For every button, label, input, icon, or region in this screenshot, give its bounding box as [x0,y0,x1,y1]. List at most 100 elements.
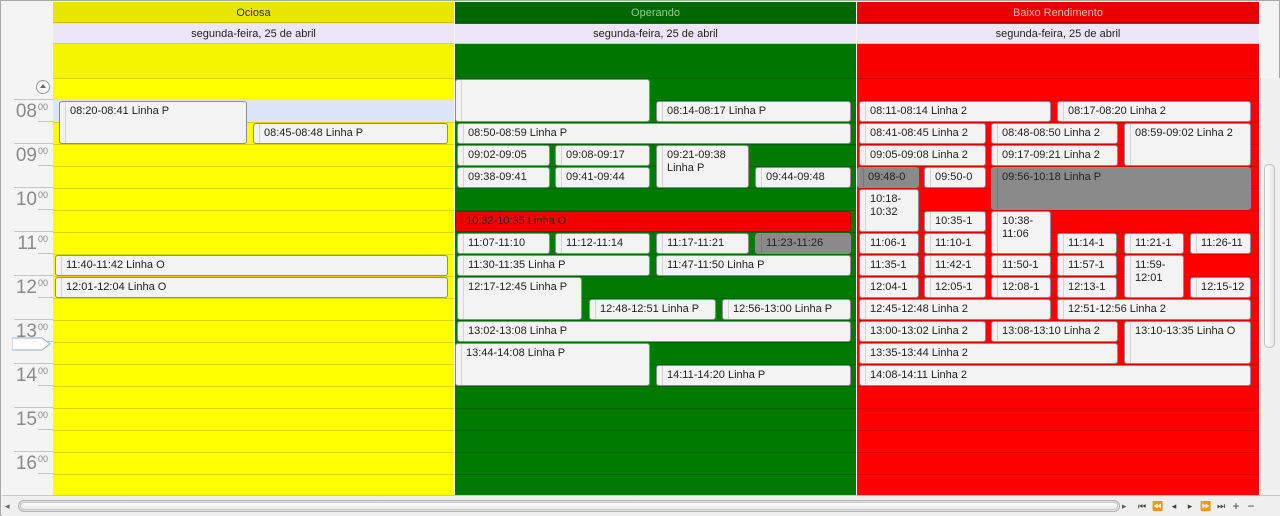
appointment[interactable]: 09:08-09:17 [555,145,650,166]
ruler-half-line [38,385,53,386]
slot-line [53,320,454,321]
appointment[interactable]: 10:32-10:35 Linha O [455,211,851,232]
appointment[interactable]: 11:26-11 [1190,233,1251,254]
scroll-left-icon[interactable]: ◂ [5,500,15,512]
appointment[interactable] [455,79,650,122]
appointment[interactable]: 12:01-12:04 Linha O [55,277,448,298]
appointment[interactable]: 09:56-10:18 Linha P [991,167,1251,210]
slot-line [857,474,1259,475]
appointment[interactable]: 11:10-1 [924,233,986,254]
appointment[interactable]: 11:14-1 [1057,233,1117,254]
time-slots[interactable]: 08:20-08:41 Linha P 08:45-08:48 Linha P … [53,78,454,495]
ruler-half-line [38,473,53,474]
appointment[interactable]: 08:14-08:17 Linha P [656,101,851,122]
appointment[interactable]: 13:35-13:44 Linha 2 [859,343,1118,364]
all-day-area[interactable] [455,44,856,78]
date-header[interactable]: segunda-feira, 25 de abril [53,24,454,44]
ruler-line [14,363,53,364]
appointment[interactable]: 09:50-0 [924,167,986,188]
appointment[interactable]: 08:41-08:45 Linha 2 [859,123,986,144]
appointment[interactable]: 09:05-09:08 Linha 2 [859,145,986,166]
appointment[interactable]: 08:20-08:41 Linha P [59,101,247,144]
appointment[interactable]: 11:21-1 [1124,233,1184,254]
appointment[interactable]: 12:05-1 [924,277,986,298]
appointment[interactable]: 09:41-09:44 [555,167,650,188]
vertical-scrollbar[interactable] [1260,78,1280,495]
appointment[interactable]: 11:30-11:35 Linha P [457,255,650,276]
appointment[interactable]: 12:56-13:00 Linha P [722,299,851,320]
appointment[interactable]: 11:23-11:26 [755,233,851,254]
appointment[interactable]: 11:07-11:10 [457,233,550,254]
appointment[interactable]: 11:06-1 [859,233,919,254]
last-icon[interactable]: ⏭ [1215,499,1227,513]
horizontal-scrollbar[interactable]: ◂ ▸ ⏮ ⏪ ◂ ▸ ⏩ ⏭ + − [2,495,1280,516]
horizontal-scrollbar-track[interactable] [18,500,1120,512]
appointment[interactable]: 12:51-12:56 Linha 2 [1057,299,1251,320]
appointment[interactable]: 08:45-08:48 Linha P [253,123,448,144]
appointment[interactable]: 12:48-12:51 Linha P [589,299,716,320]
all-day-area[interactable] [53,44,454,78]
appointment[interactable]: 10:35-1 [924,211,986,232]
next-icon[interactable]: ▸ [1184,499,1196,513]
hour-label-12: 12 00 [15,277,48,298]
date-header[interactable]: segunda-feira, 25 de abril [455,24,856,44]
appointment[interactable]: 08:17-08:20 Linha 2 [1057,101,1251,122]
horizontal-scrollbar-thumb[interactable] [20,502,1118,510]
ruler-half-line [38,253,53,254]
appointment[interactable]: 12:45-12:48 Linha 2 [859,299,1051,320]
appointment[interactable]: 11:59-12:01 [1124,255,1184,298]
appointment[interactable]: 11:50-1 [991,255,1051,276]
appointment[interactable]: 09:38-09:41 [457,167,550,188]
zoom-out-icon[interactable]: − [1245,499,1257,513]
resource-header-ociosa[interactable]: Ociosa [53,2,454,23]
appointment[interactable]: 13:08-13:10 Linha 2 [991,321,1118,342]
appointment[interactable]: 08:48-08:50 Linha 2 [991,123,1118,144]
appointment[interactable]: 14:08-14:11 Linha 2 [859,365,1251,386]
all-day-area[interactable] [857,44,1259,78]
appointment[interactable]: 12:08-1 [991,277,1051,298]
resource-column-ociosa: Ociosa segunda-feira, 25 de abril 08:20-… [53,2,454,495]
appointment[interactable]: 08:59-09:02 Linha 2 [1124,123,1251,166]
prev-page-icon[interactable]: ⏪ [1152,499,1164,513]
appointment[interactable]: 12:17-12:45 Linha P [457,277,582,320]
appointment[interactable]: 09:02-09:05 [457,145,550,166]
appointment[interactable]: 13:02-13:08 Linha P [457,321,851,342]
appointment[interactable]: 13:10-13:35 Linha O [1124,321,1251,364]
appointment[interactable]: 11:35-1 [859,255,919,276]
resource-header-baixo-rendimento[interactable]: Baixo Rendimento [857,2,1259,23]
appointment[interactable]: 09:48-0 [857,167,919,188]
resource-header-operando[interactable]: Operando [455,2,856,23]
slot-line [455,408,856,409]
appointment[interactable]: 10:18-10:32 [859,189,919,232]
appointment[interactable]: 09:44-09:48 [755,167,851,188]
appointment[interactable]: 11:57-1 [1057,255,1117,276]
next-page-icon[interactable]: ⏩ [1200,499,1212,513]
appointment[interactable]: 12:04-1 [859,277,919,298]
scroll-right-icon[interactable]: ▸ [1122,500,1132,512]
scroll-up-icon[interactable] [36,80,50,94]
appointment[interactable]: 10:38-11:06 [991,211,1051,254]
appointment[interactable]: 11:12-11:14 [555,233,650,254]
time-slots[interactable]: 08:11-08:14 Linha 2 08:17-08:20 Linha 2 … [857,78,1259,495]
hour-label-16: 16 00 [15,453,48,474]
appointment[interactable]: 09:17-09:21 Linha 2 [991,145,1118,166]
appointment[interactable]: 14:11-14:20 Linha P [656,365,851,386]
appointment[interactable]: 13:44-14:08 Linha P [455,343,650,386]
time-slots[interactable]: 08:14-08:17 Linha P 08:50-08:59 Linha P … [455,78,856,495]
appointment[interactable]: 12:15-12 [1190,277,1251,298]
date-header[interactable]: segunda-feira, 25 de abril [857,24,1259,44]
appointment[interactable]: 11:47-11:50 Linha P [656,255,851,276]
appointment[interactable]: 11:17-11:21 [656,233,749,254]
appointment[interactable]: 11:40-11:42 Linha O [55,255,448,276]
ruler-line [14,275,53,276]
appointment[interactable]: 11:42-1 [924,255,986,276]
zoom-in-icon[interactable]: + [1230,499,1242,513]
appointment[interactable]: 08:50-08:59 Linha P [457,123,851,144]
appointment[interactable]: 13:00-13:02 Linha 2 [859,321,986,342]
prev-icon[interactable]: ◂ [1168,499,1180,513]
appointment[interactable]: 12:13-1 [1057,277,1117,298]
vertical-scrollbar-thumb[interactable] [1264,164,1275,348]
appointment[interactable]: 09:21-09:38 Linha P [656,145,749,188]
appointment[interactable]: 08:11-08:14 Linha 2 [859,101,1051,122]
first-icon[interactable]: ⏮ [1136,499,1148,513]
